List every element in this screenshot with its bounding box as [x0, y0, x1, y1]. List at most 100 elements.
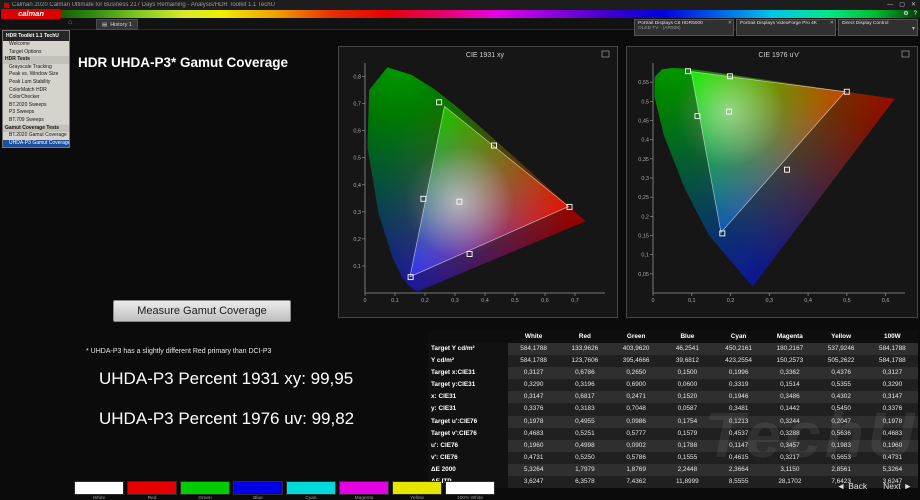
sidebar-item-grayscale-tracking[interactable]: Grayscale Tracking	[3, 64, 69, 72]
sidebar-item-welcome[interactable]: Welcome	[3, 41, 69, 49]
swatch-white[interactable]	[74, 481, 124, 495]
cell-value: 39,6812	[662, 355, 713, 367]
cell-value: 0,1442	[764, 403, 815, 415]
help-icon[interactable]: ?	[914, 10, 917, 18]
swatch-label: Blue	[233, 496, 283, 500]
chart-title-1976: CIE 1976 u'v'	[758, 52, 799, 59]
swatch-yellow[interactable]	[392, 481, 442, 495]
cell-value: 0,5636	[816, 428, 867, 440]
swatch-red[interactable]	[127, 481, 177, 495]
x-tick-label: 0,5	[511, 298, 519, 304]
x-tick-label: 0,2	[421, 298, 429, 304]
row-label: v': CIE76	[428, 452, 508, 464]
sidebar-item-p3-sweeps[interactable]: P3 Sweeps	[3, 109, 69, 117]
swatch-green[interactable]	[180, 481, 230, 495]
sidebar-item-gamut-coverage-tests: Gamut Coverage Tests	[3, 125, 69, 133]
cell-value: 0,1983	[816, 440, 867, 452]
tab-history[interactable]: ▤ History 1	[96, 19, 138, 30]
cell-value: 0,3376	[508, 403, 559, 415]
sidebar-item-peak-vs-window-size[interactable]: Peak vs. Window Size	[3, 71, 69, 79]
minimize-button[interactable]: —	[887, 0, 893, 10]
cell-value: 0,3217	[764, 452, 815, 464]
table-row: v': CIE760,47310,52500,57860,15550,46150…	[428, 452, 918, 464]
meter-disconnect-icon[interactable]: ✕	[728, 20, 732, 26]
cell-value: 537,9246	[816, 343, 867, 355]
cell-value: 0,3244	[764, 416, 815, 428]
table-row: Target v':CIE760,46830,52510,57770,15790…	[428, 428, 918, 440]
x-tick-label: 0,1	[391, 298, 399, 304]
sidebar-item-colorchecker[interactable]: ColorChecker	[3, 94, 69, 102]
table-row: Target y:CIE310,32900,31960,69000,06000,…	[428, 379, 918, 391]
swatch-blue[interactable]	[233, 481, 283, 495]
display-control-label: Direct Display Control	[842, 21, 908, 26]
cell-value: 0,1960	[867, 440, 918, 452]
popout-icon[interactable]	[602, 51, 609, 57]
y-tick-label: 0,1	[353, 264, 361, 270]
footnote: * UHDA-P3 has a slightly different Red p…	[86, 348, 271, 355]
y-tick-label: 0,2	[353, 237, 361, 243]
cell-value: 180,2167	[764, 343, 815, 355]
sidebar-item-colormatch-hdr[interactable]: ColorMatch HDR	[3, 87, 69, 95]
cell-value: 0,1579	[662, 428, 713, 440]
history-tab-label: History 1	[110, 21, 132, 29]
swatch-label: Red	[127, 496, 177, 500]
close-button[interactable]: ✕	[911, 0, 916, 10]
calman-logo: calman	[1, 9, 61, 19]
cell-value: 46,2541	[662, 343, 713, 355]
results-table: WhiteRedGreenBlueCyanMagentaYellow100W Ta…	[428, 331, 918, 488]
swatch-label: 100% White	[445, 496, 495, 500]
table-row: ΔE 20005,32641,79791,87692,24482,36643,1…	[428, 464, 918, 476]
meter-connection-panel[interactable]: Portrait Displays C6 HDR5000 OLED TV - (…	[634, 19, 734, 36]
swatch-magenta[interactable]	[339, 481, 389, 495]
cell-value: 0,3127	[867, 367, 918, 379]
cell-value: 0,1754	[662, 416, 713, 428]
x-tick-label: 0,6	[882, 298, 890, 304]
row-label: u': CIE76	[428, 440, 508, 452]
sidebar-item-bt-2020-gamut-coverage[interactable]: BT.2020 Gamut Coverage	[3, 132, 69, 140]
y-tick-label: 0,15	[638, 234, 649, 240]
source-connection-panel[interactable]: Portrait Displays VideoForge Pro 4K ✕	[736, 19, 836, 36]
next-button[interactable]: Next ►	[883, 481, 912, 491]
y-tick-label: 0,35	[638, 157, 649, 163]
cell-value: 2,8561	[816, 464, 867, 476]
measure-gamut-button[interactable]: Measure Gamut Coverage	[113, 300, 291, 322]
y-tick-label: 0,5	[353, 156, 361, 162]
sidebar-item-peak-lum-stability[interactable]: Peak Lum Stability	[3, 79, 69, 87]
cell-value: 0,7048	[611, 403, 662, 415]
popout-icon[interactable]	[902, 51, 909, 57]
sidebar-item-target-options[interactable]: Target Options	[3, 49, 69, 57]
table-row: u': CIE760,19600,49980,09020,17880,11470…	[428, 440, 918, 452]
x-tick-label: 0,6	[541, 298, 549, 304]
display-control-panel[interactable]: Direct Display Control ▾	[838, 19, 918, 36]
sidebar-item-uhda-p3-gamut-coverage[interactable]: UHDA-P3 Gamut Coverage	[3, 140, 69, 148]
sidebar-item-bt-2020-sweeps[interactable]: BT.2020 Sweeps	[3, 102, 69, 110]
back-button[interactable]: ◄ Back	[837, 481, 867, 491]
cell-value: 0,1500	[662, 367, 713, 379]
table-header-row: WhiteRedGreenBlueCyanMagentaYellow100W	[428, 331, 918, 343]
cell-value: 3,1150	[764, 464, 815, 476]
maximize-button[interactable]: ▢	[899, 0, 905, 10]
cell-value: 584,1788	[867, 355, 918, 367]
cell-value: 0,5251	[559, 428, 610, 440]
swatch-cyan[interactable]	[286, 481, 336, 495]
cell-value: 505,2622	[816, 355, 867, 367]
cell-value: 0,4537	[713, 428, 764, 440]
column-header: 100W	[867, 331, 918, 343]
swatch-100-white[interactable]	[445, 481, 495, 495]
gear-icon[interactable]: ⚙	[903, 10, 908, 18]
x-tick-label: 0	[651, 298, 654, 304]
cell-value: 0,6817	[559, 391, 610, 403]
cell-value: 2,3664	[713, 464, 764, 476]
cell-value: 150,2573	[764, 355, 815, 367]
window-title: Calman 2020 Calman Ultimate for Business…	[12, 2, 884, 8]
source-disconnect-icon[interactable]: ✕	[830, 20, 834, 26]
swatch-label: Green	[180, 496, 230, 500]
home-icon[interactable]: ⌂	[68, 19, 72, 26]
history-icon: ▤	[102, 21, 107, 29]
y-tick-label: 0,6	[353, 129, 361, 135]
row-label: ΔE 2000	[428, 464, 508, 476]
table-row: x: CIE310,31470,68170,24710,15200,19460,…	[428, 391, 918, 403]
cell-value: 0,5786	[611, 452, 662, 464]
row-label: Target x:CIE31	[428, 367, 508, 379]
sidebar-item-bt-709-sweeps[interactable]: BT.709 Sweeps	[3, 117, 69, 125]
